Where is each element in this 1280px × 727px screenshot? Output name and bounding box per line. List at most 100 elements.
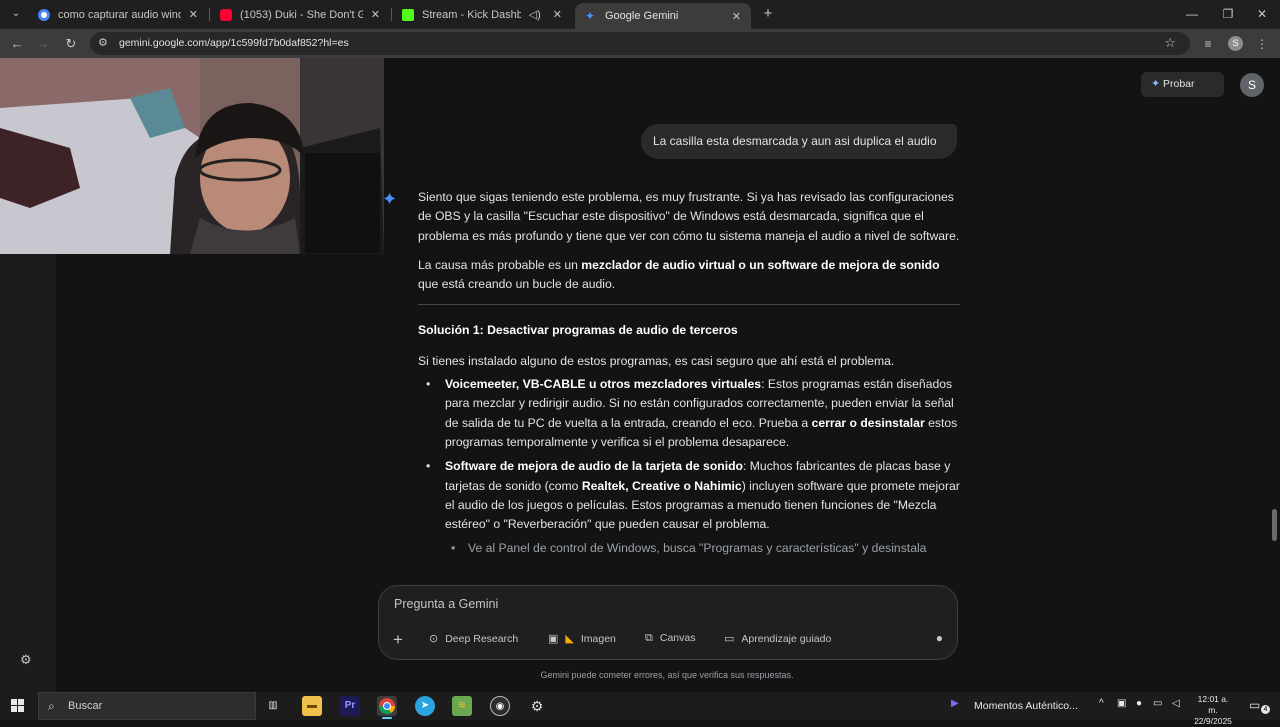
network-icon[interactable]: ▭ [1153,698,1162,709]
canvas-button[interactable]: ⧉ Canvas [645,632,695,645]
tab-title: Stream - Kick Dashboard [422,8,521,21]
tool-label: Deep Research [445,633,519,645]
kick-icon [402,8,414,21]
close-icon[interactable]: ✕ [732,10,741,23]
add-attachment-button[interactable]: + [393,630,403,650]
volume-icon[interactable]: ◁ [1172,698,1180,709]
tray-moments-text[interactable]: Momentos Auténtico... [974,700,1078,712]
canvas-icon: ⧉ [645,632,653,644]
bold-text: mezclador de audio virtual o un software… [581,257,940,272]
deep-research-button[interactable]: ⊙ Deep Research [429,632,518,645]
book-icon: ▭ [724,633,735,645]
settings-icon[interactable]: ⚙ [527,696,547,716]
tab-title: como capturar audio windows [58,8,181,21]
tab-search-button[interactable]: ⌄ [6,5,26,23]
close-icon[interactable]: ✕ [371,8,380,21]
webcam-overlay [0,58,384,254]
notification-count-badge: 4 [1261,705,1270,714]
account-avatar[interactable]: S [1240,73,1264,97]
tab-google-search[interactable]: como capturar audio windows ✕ [28,0,208,29]
chevron-up-icon[interactable]: ^ [1099,698,1104,709]
list-item: Voicemeeter, VB-CABLE u otros mezcladore… [418,375,960,452]
youtube-icon [220,8,232,21]
media-controls-icon[interactable]: ≡ [1198,34,1218,54]
tool-label: Canvas [659,632,696,644]
webcam-image [0,58,384,254]
tool-label: Imagen [580,633,616,645]
task-view-icon[interactable]: ▥ [263,696,283,716]
taskbar-clock[interactable]: 12:01 a. m. 22/9/2025 [1192,694,1234,727]
address-bar[interactable]: ⚙ gemini.google.com/app/1c599fd7b0daf852… [90,32,1190,55]
windows-taskbar: ⌕ Buscar ▥ ▬ Pr ➤ ≋ ◉ ⚙ ▶ Momentos Autén… [0,692,1280,726]
user-message: La casilla esta desmarcada y aun asi dup… [641,124,957,159]
search-icon: ⌕ [48,699,55,713]
speaker-icon[interactable]: ◁) [529,8,541,21]
section-heading: Solución 1: Desactivar programas de audi… [418,323,738,338]
site-info-icon[interactable]: ⚙ [98,36,108,49]
guided-learning-button[interactable]: ▭ Aprendizaje guiado [724,632,831,645]
gemini-app: ⚙ ✦ Probar S La casilla esta desmarcada … [0,58,1280,692]
image-icon: ▣ [548,633,559,645]
new-tab-button[interactable]: + [759,5,777,23]
gemini-spark-icon: ✦ [382,189,398,209]
tray-mic-icon[interactable]: ● [1136,698,1142,709]
premiere-pro-icon[interactable]: Pr [340,696,360,716]
restore-button[interactable]: ❐ [1210,0,1246,29]
browser-menu-icon[interactable]: ⋮ [1252,34,1272,54]
response-paragraph: Siento que sigas teniendo este problema,… [418,190,960,243]
telegram-icon[interactable]: ➤ [415,696,435,716]
tray-device-icon[interactable]: ▣ [1117,698,1126,709]
chrome-icon[interactable] [377,696,397,716]
list-item: Software de mejora de audio de la tarjet… [418,457,960,534]
forward-button[interactable]: → [33,34,53,54]
tab-youtube[interactable]: (1053) Duki - She Don't Give ✕ [210,0,390,29]
back-button[interactable]: ← [7,34,27,54]
response-paragraph: Si tienes instalado alguno de estos prog… [418,353,895,368]
imagen-button[interactable]: ▣ ◣ Imagen [548,632,616,645]
chrome-logo [378,698,396,715]
probar-button[interactable]: ✦ Probar [1141,72,1224,97]
response-paragraph: La causa más probable es un mezclador de… [418,256,960,295]
settings-gear-icon[interactable]: ⚙ [20,652,32,668]
scrollbar-thumb[interactable] [1272,509,1277,541]
bookmark-star-icon[interactable]: ☆ [1164,35,1176,51]
browser-tab-bar: ⌄ como capturar audio windows ✕ (1053) D… [0,0,1280,29]
deep-research-icon: ⊙ [429,633,439,645]
file-explorer-icon[interactable]: ▬ [302,696,322,716]
minimize-button[interactable]: — [1174,0,1210,29]
gemini-icon: ✦ [585,9,596,23]
reload-button[interactable]: ↻ [61,34,81,54]
url-text: gemini.google.com/app/1c599fd7b0daf852?h… [119,37,349,49]
list-item: Ve al Panel de control de Windows, busca… [418,539,960,558]
notifications-icon[interactable]: ▭ [1249,698,1260,712]
browser-profile-avatar[interactable]: S [1228,36,1243,51]
browser-toolbar: ← → ↻ ⚙ gemini.google.com/app/1c599fd7b0… [0,29,1280,58]
taskbar-search[interactable]: ⌕ Buscar [38,692,256,720]
window-close-button[interactable]: ✕ [1244,0,1280,29]
moments-app-icon[interactable]: ▶ [951,698,959,709]
bold-text: Software de mejora de audio de la tarjet… [445,459,743,474]
bold-text: Voicemeeter, VB-CABLE u otros mezcladore… [445,377,762,392]
tab-title: Google Gemini [605,10,679,22]
bold-text: cerrar o desinstalar [811,415,925,430]
probar-label: Probar [1163,78,1195,90]
clock-date: 22/9/2025 [1194,716,1232,726]
microphone-icon[interactable]: ● [936,631,943,645]
disclaimer-text: Gemini puede cometer errores, así que ve… [540,670,794,680]
tab-kick[interactable]: Stream - Kick Dashboard ◁) ✕ [392,0,572,29]
gemini-response: Siento que sigas teniendo este problema,… [418,188,960,564]
prompt-box[interactable]: Pregunta a Gemini + ⊙ Deep Research ▣ ◣ Ima… [378,585,958,660]
text: que está creando un bucle de audio. [418,277,616,292]
active-app-indicator [382,717,392,719]
prompt-input[interactable]: Pregunta a Gemini [394,597,498,611]
windows-start-icon[interactable] [11,699,25,713]
close-icon[interactable]: ✕ [189,8,198,21]
obs-icon[interactable]: ◉ [490,696,510,716]
app-stack-icon[interactable]: ≋ [452,696,472,716]
close-icon[interactable]: ✕ [553,8,562,21]
tab-title: (1053) Duki - She Don't Give [240,8,363,21]
tool-label: Aprendizaje guiado [741,633,832,645]
tab-google-gemini[interactable]: ✦ Google Gemini ✕ [575,3,751,29]
google-g-icon [38,8,50,21]
bold-text: Realtek, Creative o Nahimic [581,478,742,493]
